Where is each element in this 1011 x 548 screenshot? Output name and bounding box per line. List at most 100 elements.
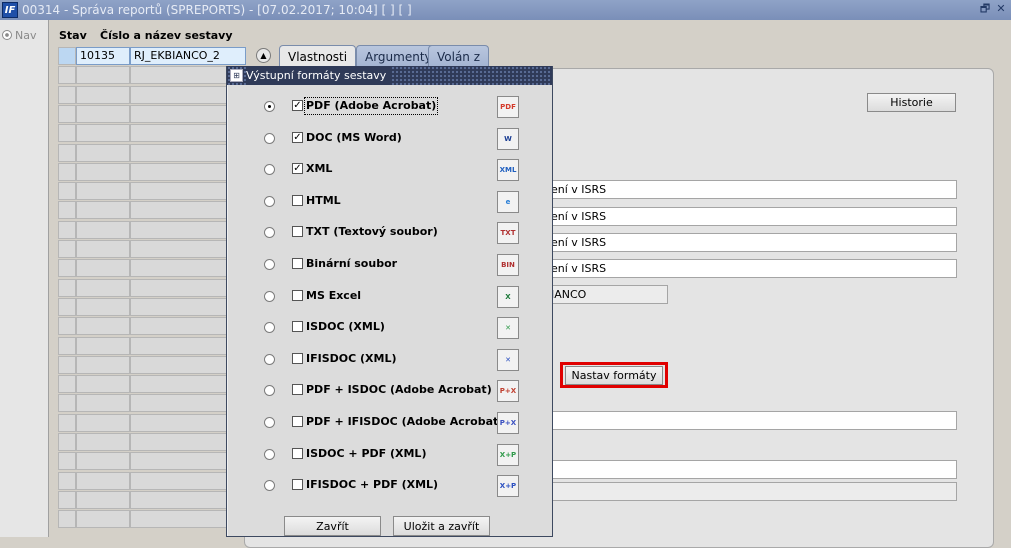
row-status-cell[interactable] (58, 510, 76, 529)
text-field-5[interactable] (548, 411, 957, 430)
table-row[interactable] (58, 336, 246, 356)
close-window-icon[interactable]: ✕ (994, 2, 1008, 16)
row-status-cell[interactable] (58, 259, 76, 278)
save-and-close-button[interactable]: Uložit a zavřít (393, 516, 490, 536)
row-name-cell[interactable]: RJ_EKBIANCO_2 (130, 47, 246, 65)
row-number-cell[interactable] (76, 201, 130, 220)
row-number-cell[interactable] (76, 240, 130, 258)
format-checkbox[interactable]: ✓ (292, 100, 303, 111)
row-number-cell[interactable] (76, 85, 130, 104)
restore-window-icon[interactable]: 🗗 (978, 2, 992, 16)
format-checkbox[interactable]: ✓ (292, 163, 303, 175)
table-row[interactable] (58, 240, 246, 259)
format-checkbox[interactable] (292, 321, 303, 333)
row-number-cell[interactable] (76, 124, 130, 143)
table-row[interactable] (58, 278, 246, 298)
historie-button[interactable]: Historie (867, 93, 956, 112)
row-number-cell[interactable] (76, 182, 130, 201)
row-number-cell[interactable] (76, 433, 130, 451)
row-status-cell[interactable] (58, 297, 76, 316)
row-status-cell[interactable] (58, 220, 76, 239)
text-field-6[interactable] (548, 460, 957, 479)
format-label[interactable]: ISDOC (XML) (306, 320, 385, 334)
table-row[interactable] (58, 394, 246, 413)
row-status-cell[interactable] (58, 452, 76, 471)
row-status-cell[interactable] (58, 317, 76, 336)
table-row[interactable] (58, 66, 246, 85)
format-checkbox[interactable] (292, 289, 303, 301)
table-row[interactable] (58, 259, 246, 278)
table-row[interactable] (58, 317, 246, 336)
format-default-radio[interactable] (264, 227, 275, 239)
row-status-cell[interactable] (58, 394, 76, 413)
format-default-radio[interactable] (264, 259, 275, 270)
format-checkbox[interactable] (292, 447, 303, 459)
format-checkbox[interactable] (292, 194, 303, 206)
format-label[interactable]: Binární soubor (306, 257, 397, 271)
format-default-radio[interactable] (264, 322, 275, 334)
row-status-cell[interactable] (58, 336, 76, 355)
format-label[interactable]: HTML (306, 194, 341, 208)
table-row[interactable] (58, 85, 246, 105)
text-field-2[interactable]: ení v ISRS (548, 207, 957, 226)
row-status-cell[interactable] (58, 433, 76, 451)
row-number-cell[interactable] (76, 413, 130, 432)
table-row[interactable] (58, 452, 246, 471)
row-status-cell[interactable] (58, 240, 76, 258)
row-number-cell[interactable] (76, 104, 130, 123)
format-label[interactable]: IFISDOC (XML) (306, 352, 397, 366)
nav-radio[interactable]: Nav (2, 28, 47, 44)
row-number-cell[interactable] (76, 278, 130, 297)
row-number-cell[interactable] (76, 66, 130, 85)
row-number-cell[interactable] (76, 471, 130, 490)
row-number-cell[interactable] (76, 143, 130, 162)
table-row[interactable] (58, 104, 246, 124)
format-default-radio[interactable] (264, 195, 275, 207)
table-row[interactable] (58, 124, 246, 143)
row-status-cell[interactable] (58, 375, 76, 394)
format-label[interactable]: MS Excel (306, 289, 361, 303)
table-row[interactable] (58, 510, 246, 529)
row-status-cell[interactable] (58, 490, 76, 509)
format-default-radio[interactable] (264, 353, 275, 365)
row-number-cell[interactable] (76, 375, 130, 394)
row-number-cell[interactable] (76, 510, 130, 529)
table-row[interactable] (58, 297, 246, 317)
table-row[interactable] (58, 413, 246, 433)
format-checkbox[interactable] (292, 352, 303, 364)
row-status-cell[interactable] (58, 201, 76, 220)
row-status-cell[interactable] (58, 355, 76, 374)
row-status-cell[interactable] (58, 471, 76, 490)
row-status-cell[interactable] (58, 104, 76, 123)
format-label[interactable]: DOC (MS Word) (306, 131, 402, 145)
table-row[interactable] (58, 490, 246, 510)
format-checkbox[interactable] (292, 226, 303, 238)
format-default-radio[interactable] (264, 290, 275, 302)
format-checkbox[interactable] (292, 258, 303, 269)
row-status-cell[interactable] (58, 413, 76, 432)
format-label[interactable]: PDF + IFISDOC (Adobe Acrobat) (306, 415, 503, 429)
table-row[interactable] (58, 355, 246, 375)
format-label[interactable]: XML (306, 162, 332, 176)
table-row[interactable]: 10135 RJ_EKBIANCO_2 (58, 47, 246, 66)
row-number-cell[interactable] (76, 336, 130, 355)
close-button[interactable]: Zavřít (284, 516, 381, 536)
row-number-cell[interactable] (76, 452, 130, 471)
format-label[interactable]: PDF (Adobe Acrobat) (303, 97, 439, 115)
table-row[interactable] (58, 471, 246, 491)
row-status-cell[interactable] (58, 182, 76, 201)
format-default-radio[interactable] (264, 448, 275, 460)
text-field-3[interactable]: ení v ISRS (548, 233, 957, 252)
format-label[interactable]: ISDOC + PDF (XML) (306, 447, 426, 461)
table-row[interactable] (58, 162, 246, 182)
tab-volan-z[interactable]: Volán z (428, 45, 490, 68)
format-default-radio[interactable] (264, 164, 275, 176)
row-number-cell[interactable] (76, 394, 130, 413)
row-number-cell[interactable] (76, 355, 130, 374)
format-default-radio[interactable] (264, 385, 275, 397)
table-row[interactable] (58, 182, 246, 201)
format-label[interactable]: TXT (Textový soubor) (306, 225, 438, 239)
format-label[interactable]: PDF + ISDOC (Adobe Acrobat) (306, 383, 492, 397)
row-status-cell[interactable] (58, 47, 76, 65)
text-field-4[interactable]: ení v ISRS (548, 259, 957, 278)
